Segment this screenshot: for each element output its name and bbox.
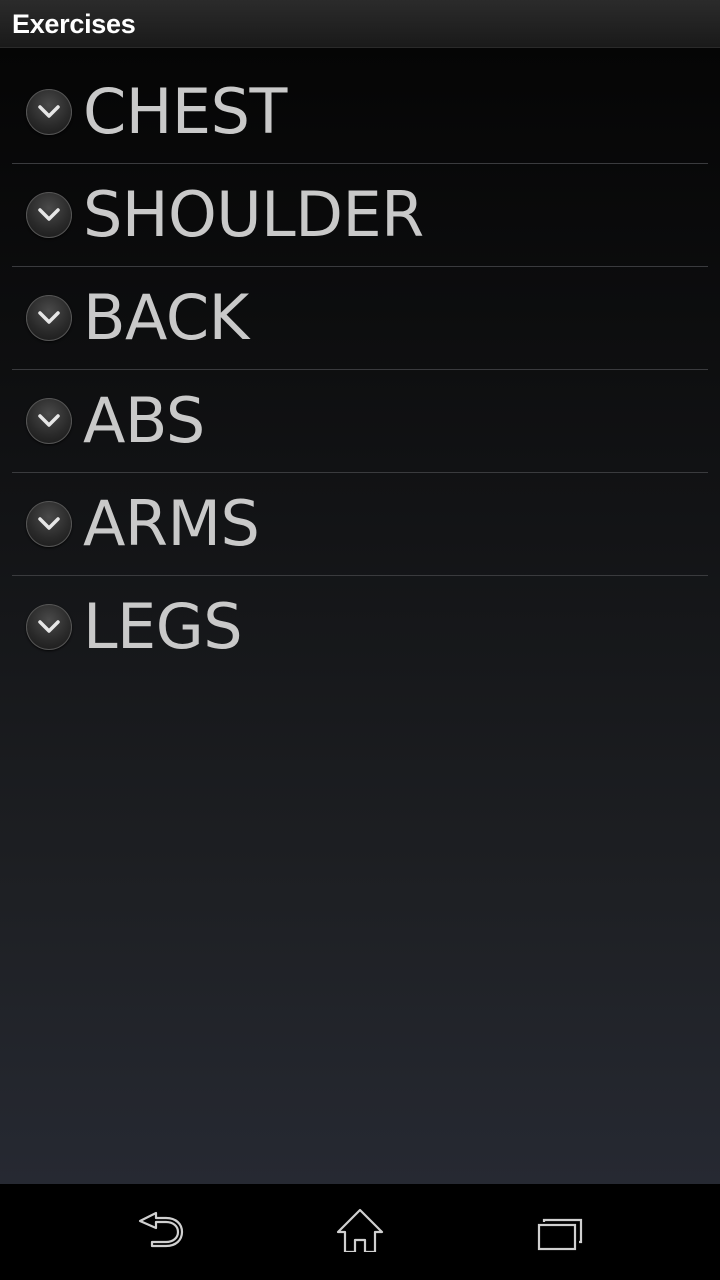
- chevron-down-icon[interactable]: [26, 398, 72, 444]
- system-navigation-bar: [0, 1184, 720, 1280]
- recent-apps-button[interactable]: [530, 1202, 610, 1262]
- group-label: ABS: [83, 384, 205, 457]
- chevron-down-icon[interactable]: [26, 604, 72, 650]
- home-icon: [336, 1208, 384, 1252]
- group-label: SHOULDER: [83, 178, 424, 251]
- chevron-down-icon[interactable]: [26, 89, 72, 135]
- chevron-down-icon[interactable]: [26, 501, 72, 547]
- group-row-back[interactable]: BACK: [12, 267, 708, 370]
- group-label: BACK: [83, 281, 249, 354]
- home-button[interactable]: [330, 1202, 410, 1262]
- exercise-group-list-container: CHEST SHOULDER BACK ABS ARMS LEGS: [0, 48, 720, 1184]
- group-label: LEGS: [83, 590, 243, 663]
- group-row-arms[interactable]: ARMS: [12, 473, 708, 576]
- group-row-legs[interactable]: LEGS: [12, 576, 708, 678]
- exercise-group-list: CHEST SHOULDER BACK ABS ARMS LEGS: [12, 61, 708, 678]
- page-title: Exercises: [12, 9, 136, 39]
- recent-apps-icon: [537, 1218, 583, 1251]
- group-label: CHEST: [83, 75, 287, 148]
- chevron-down-icon[interactable]: [26, 295, 72, 341]
- back-button[interactable]: [130, 1202, 210, 1262]
- action-bar: Exercises: [0, 0, 720, 48]
- group-row-chest[interactable]: CHEST: [12, 61, 708, 164]
- group-row-shoulder[interactable]: SHOULDER: [12, 164, 708, 267]
- back-icon: [138, 1211, 184, 1248]
- group-row-abs[interactable]: ABS: [12, 370, 708, 473]
- group-label: ARMS: [83, 487, 260, 560]
- screen: Exercises CHEST SHOULDER BACK ABS ARMS L…: [0, 0, 720, 1280]
- chevron-down-icon[interactable]: [26, 192, 72, 238]
